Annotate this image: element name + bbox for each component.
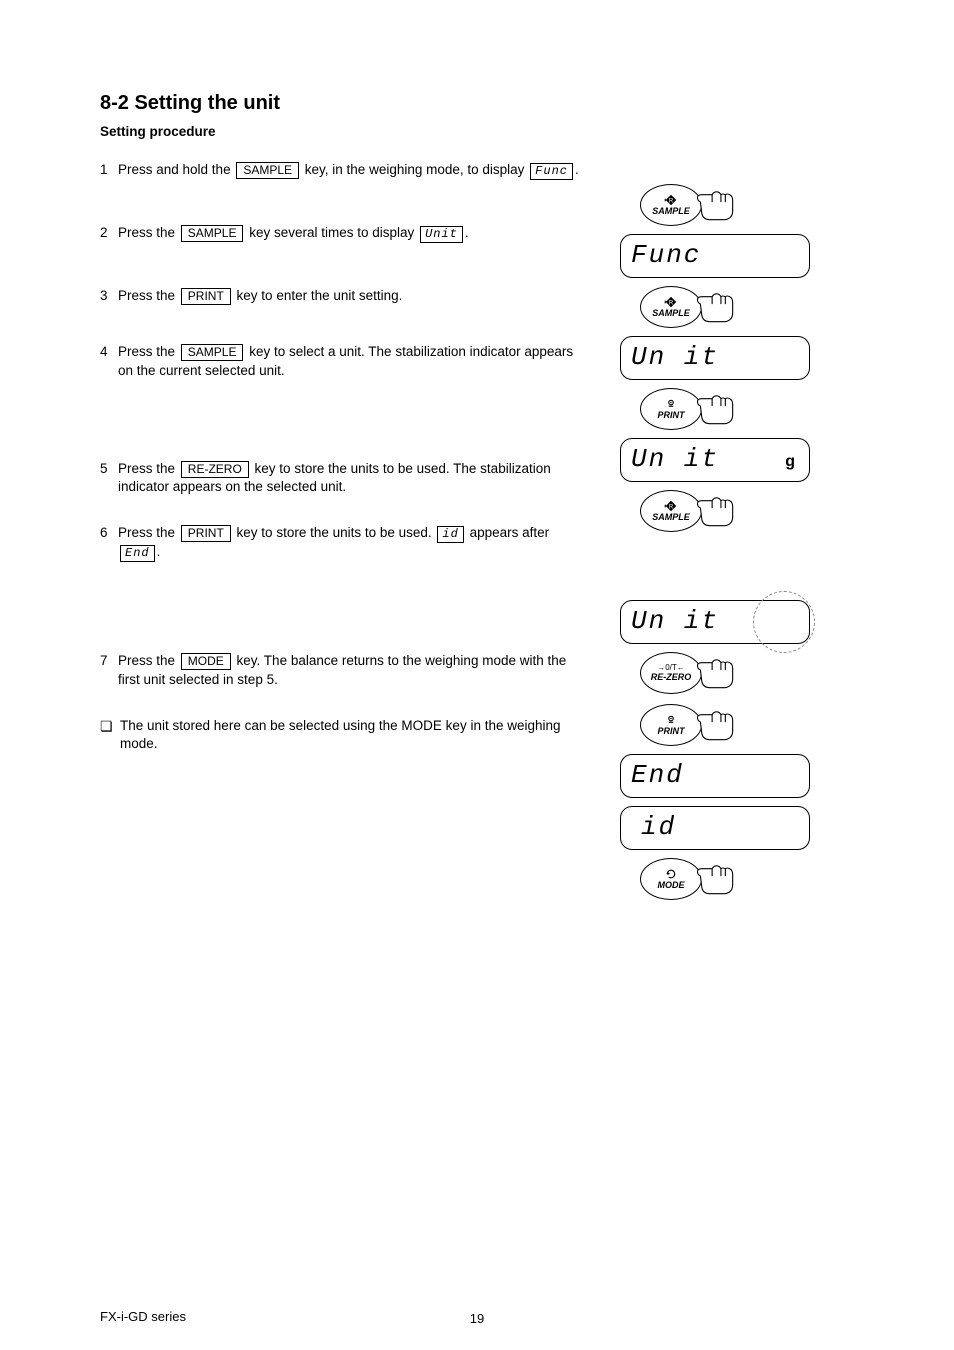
hand-icon xyxy=(696,187,740,223)
step-text: Press the xyxy=(118,344,179,359)
bullet-icon: ❏ xyxy=(100,717,120,753)
step-text: Press the xyxy=(118,225,179,240)
display-ref-id: id xyxy=(437,526,463,543)
step-2: 2 Press the SAMPLE key several times to … xyxy=(100,224,580,243)
display-ref-end: End xyxy=(120,545,155,562)
lcd-unit-g: Un it g xyxy=(620,438,810,482)
step-number: 3 xyxy=(100,287,118,305)
lcd-func: Func xyxy=(620,234,810,278)
hand-icon xyxy=(696,861,740,897)
step-text: Press and hold the xyxy=(118,162,234,177)
step-number: 6 xyxy=(100,524,118,562)
hand-icon xyxy=(696,289,740,325)
press-sample-icon: SAMPLE xyxy=(620,286,830,328)
step-text: key to enter the unit setting. xyxy=(237,288,403,303)
press-sample-icon: SAMPLE xyxy=(620,184,830,226)
step-text: . xyxy=(465,225,469,240)
step-number: 1 xyxy=(100,161,118,180)
step-text: key to store the units to be used. xyxy=(237,525,436,540)
bullet-text: The unit stored here can be selected usi… xyxy=(120,717,580,753)
sample-key-icon: SAMPLE xyxy=(640,286,702,328)
lcd-id: id xyxy=(620,806,810,850)
key-ref-mode: MODE xyxy=(181,653,231,670)
lcd-end: End xyxy=(620,754,810,798)
key-ref-sample: SAMPLE xyxy=(181,344,244,361)
section-title: 8-2 Setting the unit xyxy=(100,90,860,117)
indicator-circle xyxy=(753,591,815,653)
key-ref-sample: SAMPLE xyxy=(236,162,299,179)
lcd-unit-label: g xyxy=(785,451,795,473)
press-print-icon: PRINT xyxy=(620,704,830,746)
step-3: 3 Press the PRINT key to enter the unit … xyxy=(100,287,580,305)
step-text: appears after xyxy=(470,525,550,540)
step-number: 4 xyxy=(100,343,118,379)
page-number: 19 xyxy=(0,1310,954,1328)
lcd-text: Un it xyxy=(631,604,719,639)
step-5: 5 Press the RE-ZERO key to store the uni… xyxy=(100,460,580,496)
mode-key-icon: MODE xyxy=(640,858,702,900)
step-text: key several times to display xyxy=(249,225,418,240)
lcd-text: Un it xyxy=(631,442,719,477)
sample-key-icon: SAMPLE xyxy=(640,184,702,226)
step-number: 7 xyxy=(100,652,118,688)
step-text: Press the xyxy=(118,461,179,476)
step-text: key, in the weighing mode, to display xyxy=(305,162,528,177)
rezero-key-icon: →0/T← RE-ZERO xyxy=(640,652,702,694)
step-text: . xyxy=(157,544,161,559)
print-key-icon: PRINT xyxy=(640,388,702,430)
step-7: 7 Press the MODE key. The balance return… xyxy=(100,652,580,688)
key-ref-sample: SAMPLE xyxy=(181,225,244,242)
hand-icon xyxy=(696,655,740,691)
press-rezero-icon: →0/T← RE-ZERO xyxy=(620,652,830,694)
key-ref-rezero: RE-ZERO xyxy=(181,461,249,478)
lcd-unit-select: Un it xyxy=(620,600,810,644)
display-ref-func: Func xyxy=(530,163,573,180)
lcd-text: Un it xyxy=(631,340,719,375)
lcd-text: End xyxy=(631,758,684,793)
key-ref-print: PRINT xyxy=(181,525,231,542)
step-text: Press the xyxy=(118,288,179,303)
step-6: 6 Press the PRINT key to store the units… xyxy=(100,524,580,562)
lcd-text: id xyxy=(631,810,676,845)
step-number: 2 xyxy=(100,224,118,243)
step-number: 5 xyxy=(100,460,118,496)
print-key-icon: PRINT xyxy=(640,704,702,746)
sample-key-icon: SAMPLE xyxy=(640,490,702,532)
hand-icon xyxy=(696,391,740,427)
step-text: Press the xyxy=(118,653,179,668)
key-ref-print: PRINT xyxy=(181,288,231,305)
step-1: 1 Press and hold the SAMPLE key, in the … xyxy=(100,161,580,180)
note-bullet: ❏ The unit stored here can be selected u… xyxy=(100,717,580,753)
step-text: Press the xyxy=(118,525,179,540)
press-sample-icon: SAMPLE xyxy=(620,490,830,532)
lcd-unit: Un it xyxy=(620,336,810,380)
lcd-text: Func xyxy=(631,238,701,273)
section-subtitle: Setting procedure xyxy=(100,123,860,141)
step-4: 4 Press the SAMPLE key to select a unit.… xyxy=(100,343,580,379)
press-mode-icon: MODE xyxy=(620,858,830,900)
hand-icon xyxy=(696,493,740,529)
hand-icon xyxy=(696,707,740,743)
press-print-icon: PRINT xyxy=(620,388,830,430)
step-text: . xyxy=(575,162,579,177)
display-ref-unit: Unit xyxy=(420,226,463,243)
